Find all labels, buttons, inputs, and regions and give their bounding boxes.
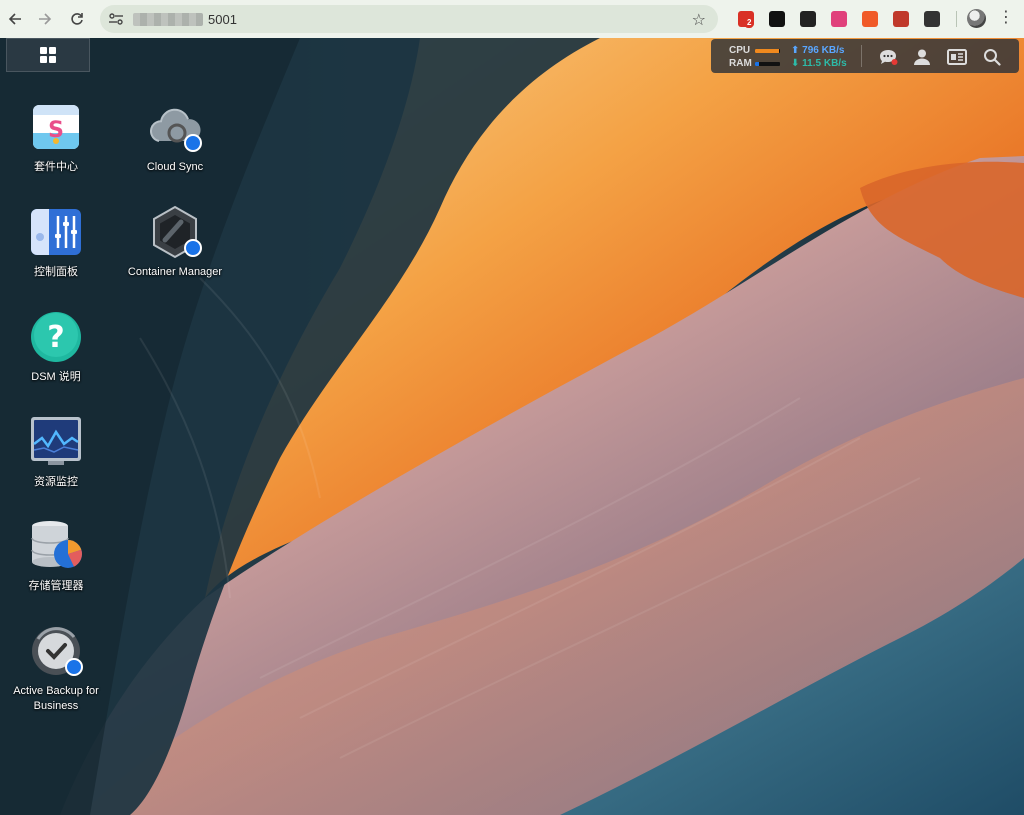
cloud-sync-icon: [147, 99, 203, 155]
system-tray: CPU RAM ⬆ 796 KB/s ⬇ 11.5 KB/s: [711, 39, 1019, 73]
ram-label: RAM: [729, 58, 752, 69]
toolbar-divider: [956, 11, 957, 27]
circle-extension-button[interactable]: [761, 6, 792, 32]
shortcut-cloud-sync[interactable]: Cloud Sync: [120, 99, 230, 175]
puzzle-extension-button[interactable]: [916, 6, 947, 32]
cpu-label: CPU: [729, 45, 751, 56]
forward-arrow-icon: [39, 13, 52, 25]
upload-value: 796 KB/s: [802, 45, 845, 56]
container-manager-icon: [147, 204, 203, 260]
circle-extension-icon: [768, 11, 785, 27]
update-badge: [65, 658, 83, 676]
extension-bar: 2: [730, 6, 947, 32]
back-arrow-icon: [8, 13, 21, 25]
update-badge: [184, 134, 202, 152]
shortcut-label: DSM 说明: [31, 371, 81, 383]
profile-avatar[interactable]: [967, 9, 986, 28]
download-value: 11.5 KB/s: [802, 58, 847, 69]
control-panel-icon: [28, 204, 84, 260]
puzzle-extension-icon: [923, 11, 940, 27]
package-center-icon: S: [28, 99, 84, 155]
shortcut-control-panel[interactable]: 控制面板: [1, 204, 111, 280]
reload-icon: [71, 13, 83, 25]
back-button[interactable]: [0, 4, 30, 34]
extension-badge: 2: [745, 18, 754, 28]
translate-extension-button[interactable]: [823, 6, 854, 32]
notifications-icon[interactable]: [877, 46, 899, 68]
browser-toolbar: 5001 ☆ 2 ⋮: [0, 0, 1024, 38]
shortcut-package-center[interactable]: S 套件中心: [1, 99, 111, 175]
shortcut-label: 存储管理器: [28, 580, 84, 592]
dsm-help-icon: ?: [28, 309, 84, 365]
shortcut-dsm-help[interactable]: ? DSM 说明: [1, 309, 111, 385]
kebab-menu-icon[interactable]: ⋮: [998, 9, 1014, 27]
forward-button[interactable]: [30, 4, 60, 34]
url-text: 5001: [208, 12, 237, 27]
rocket-extension-icon: [892, 11, 909, 27]
active-backup-icon: [28, 623, 84, 679]
orange-extension-icon: [861, 11, 878, 27]
bookmark-star-icon[interactable]: ☆: [692, 10, 706, 30]
grid-icon: [40, 47, 56, 63]
shortcut-label: Active Backup for Business: [13, 685, 99, 712]
site-info-icon[interactable]: [108, 12, 124, 31]
shortcut-label: 套件中心: [34, 161, 78, 173]
address-bar[interactable]: 5001 ☆: [100, 5, 718, 33]
translate-extension-icon: [830, 11, 847, 27]
mail-extension-button[interactable]: 2: [730, 6, 761, 32]
shortcut-label: Container Manager: [127, 266, 223, 278]
orange-extension-button[interactable]: [854, 6, 885, 32]
ram-bar: [755, 62, 780, 66]
shield-extension-button[interactable]: [792, 6, 823, 32]
tray-divider: [861, 45, 862, 67]
shortcut-label: Cloud Sync: [146, 161, 204, 173]
shortcut-active-backup[interactable]: Active Backup for Business: [1, 623, 111, 714]
shortcut-label: 控制面板: [34, 266, 78, 278]
rocket-extension-button[interactable]: [885, 6, 916, 32]
shortcut-storage-manager[interactable]: 存储管理器: [1, 518, 111, 594]
main-menu-button[interactable]: [6, 38, 90, 72]
cpu-bar: [755, 49, 780, 53]
upload-rate: ⬆ 796 KB/s: [791, 45, 845, 56]
resource-widget[interactable]: CPU RAM ⬆ 796 KB/s ⬇ 11.5 KB/s: [729, 44, 877, 70]
storage-manager-icon: [28, 518, 84, 574]
blurred-host: [133, 13, 203, 26]
user-icon[interactable]: [911, 46, 933, 68]
widgets-icon[interactable]: [946, 46, 968, 68]
resource-monitor-icon: [28, 414, 84, 470]
shortcut-container-manager[interactable]: Container Manager: [120, 204, 230, 280]
shortcut-resource-monitor[interactable]: 资源监控: [1, 414, 111, 490]
shield-extension-icon: [799, 11, 816, 27]
search-icon[interactable]: [981, 46, 1003, 68]
update-badge: [184, 239, 202, 257]
download-rate: ⬇ 11.5 KB/s: [791, 58, 847, 69]
reload-button[interactable]: [62, 4, 92, 34]
svg-text:?: ?: [47, 320, 64, 355]
dsm-desktop: CPU RAM ⬆ 796 KB/s ⬇ 11.5 KB/s S 套件中心 Cl…: [0, 38, 1024, 815]
shortcut-label: 资源监控: [34, 476, 78, 488]
